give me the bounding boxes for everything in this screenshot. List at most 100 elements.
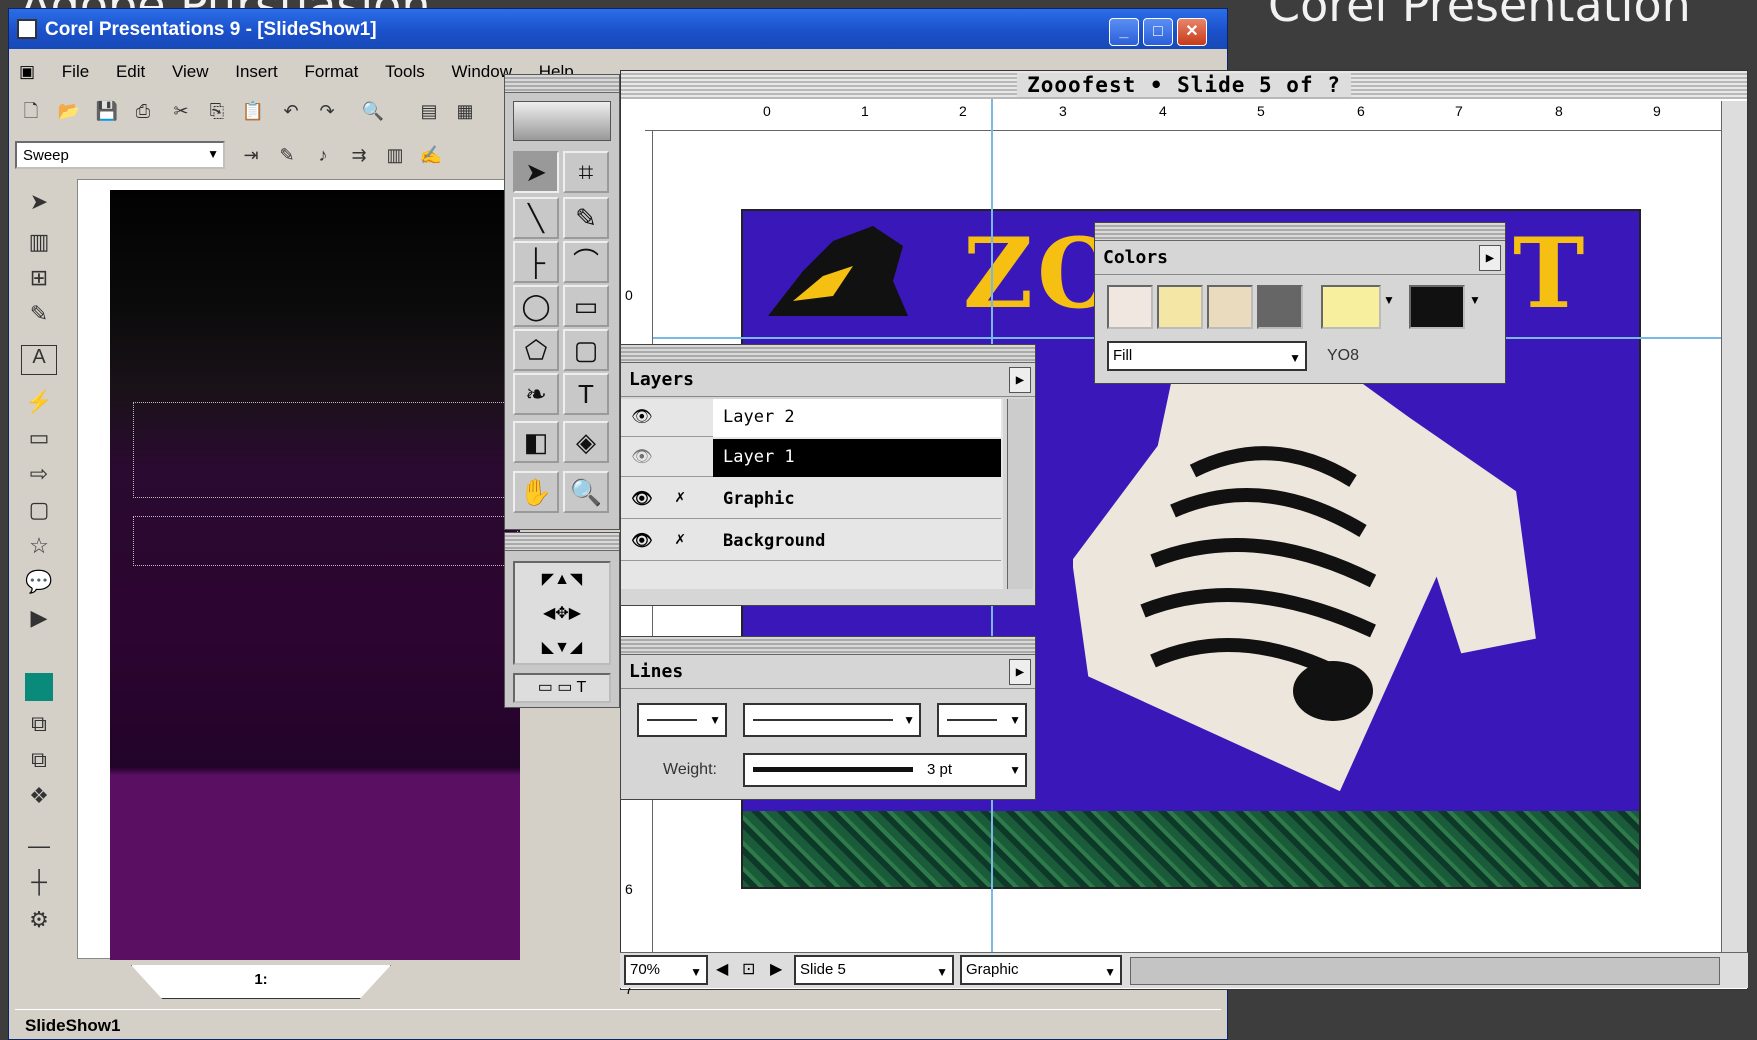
crosshair-icon[interactable]: ┼ — [21, 869, 57, 899]
menu-insert[interactable]: Insert — [235, 62, 278, 81]
star-icon[interactable]: ☆ — [21, 533, 57, 563]
fill-solid-swatch[interactable] — [1157, 285, 1203, 329]
zoom-select[interactable]: 70% ▼ — [624, 955, 708, 985]
pencil-tool-icon[interactable]: ✎ — [563, 197, 609, 239]
menu-format[interactable]: Format — [305, 62, 359, 81]
fill-color-swatch[interactable] — [1321, 285, 1381, 329]
minimize-icon[interactable]: _ — [1109, 18, 1139, 46]
vertical-scrollbar[interactable] — [1721, 101, 1747, 959]
layer-icon[interactable]: ❖ — [21, 783, 57, 813]
panel-menu-arrow-icon[interactable]: ▶ — [1009, 367, 1031, 393]
arrow-shape-icon[interactable]: ⇨ — [21, 461, 57, 491]
chart-tool-icon[interactable]: ◧ — [513, 421, 559, 463]
undo-icon[interactable]: ↶ — [279, 99, 303, 123]
new-icon[interactable]: 🗋 — [19, 99, 43, 123]
animation-icon[interactable]: ✎ — [275, 143, 299, 167]
slide-tab[interactable]: 1: — [131, 965, 391, 999]
clipart-tool-icon[interactable]: ❧ — [513, 373, 559, 415]
line-end-select[interactable]: ▼ — [937, 703, 1027, 737]
print-icon[interactable]: ⎙ — [131, 99, 155, 123]
chevron-down-icon[interactable]: ▼ — [1469, 293, 1481, 307]
layer-row[interactable]: 👁 ✗ Graphic — [621, 481, 1001, 519]
menu-view[interactable]: View — [172, 62, 209, 81]
maximize-icon[interactable]: □ — [1143, 18, 1173, 46]
horizontal-scrollbar[interactable] — [1130, 957, 1720, 985]
transition-icon[interactable]: ⇥ — [239, 143, 263, 167]
prev-slide-icon[interactable]: ◀ — [716, 959, 728, 979]
next-slide-icon[interactable]: ▶ — [770, 959, 782, 979]
timing-icon[interactable]: ⇉ — [347, 143, 371, 167]
speech-bubble-icon[interactable]: 💬 — [21, 569, 57, 599]
grid-icon[interactable]: ▦ — [453, 99, 477, 123]
slide-canvas[interactable] — [110, 190, 520, 960]
pattern-icon[interactable]: ⚙ — [21, 907, 57, 937]
save-icon[interactable]: 💾 — [95, 99, 119, 123]
subtitle-placeholder[interactable] — [133, 516, 518, 566]
text-tool-icon[interactable]: T — [563, 373, 609, 415]
slide-sorter-icon[interactable]: ⊡ — [742, 959, 755, 979]
line-tool-icon[interactable]: ╲ — [513, 197, 559, 239]
redo-icon[interactable]: ↷ — [315, 99, 339, 123]
fill-pattern-swatch[interactable] — [1207, 285, 1253, 329]
line-start-select[interactable]: ▼ — [637, 703, 727, 737]
menu-window[interactable]: Window — [452, 62, 512, 81]
persuasion-title-bar[interactable]: Zooofest • Slide 5 of ? — [621, 71, 1747, 99]
lock-x-icon[interactable]: ✗ — [675, 487, 685, 507]
slide-layout-icon[interactable]: ▤ — [417, 99, 441, 123]
line-tool-icon[interactable]: ⚡ — [21, 389, 57, 419]
copy-icon[interactable]: ⎘ — [205, 99, 229, 123]
fill-mode-select[interactable]: Fill ▼ — [1107, 341, 1307, 371]
edit-icon[interactable]: ✍ — [419, 143, 443, 167]
eye-icon[interactable]: 👁 — [631, 407, 653, 427]
oval-tool-icon[interactable]: ◯ — [513, 285, 559, 327]
nudge-grid[interactable]: ◤▲◥ ◀✥▶ ◣▼◢ — [513, 561, 611, 665]
action-icon[interactable]: ▶ — [21, 605, 57, 635]
chart-icon[interactable]: ▥ — [383, 143, 407, 167]
arc-tool-icon[interactable]: ⌒ — [563, 241, 609, 283]
rect-tool-icon[interactable]: ▭ — [563, 285, 609, 327]
paint-tool-icon[interactable]: ◈ — [563, 421, 609, 463]
org-chart-icon[interactable]: ⊞ — [21, 265, 57, 295]
cut-icon[interactable]: ✂ — [169, 99, 193, 123]
layer-row[interactable]: 👁 ✗ Background — [621, 523, 1001, 561]
eye-icon[interactable]: 👁 — [631, 489, 653, 509]
brush-icon[interactable]: ✎ — [21, 301, 57, 331]
pointer-tool-icon[interactable]: ➤ — [513, 151, 559, 193]
paste-icon[interactable]: 📋 — [241, 99, 265, 123]
callout-icon[interactable]: ▢ — [21, 497, 57, 527]
polygon-tool-icon[interactable]: ⬠ — [513, 329, 559, 371]
menu-tools[interactable]: Tools — [385, 62, 425, 81]
layer-row[interactable]: 👁 Layer 2 — [621, 399, 1001, 437]
rectangle-tool-icon[interactable]: ▭ — [21, 425, 57, 455]
sound-icon[interactable]: ♪ — [311, 143, 335, 167]
shadow-icon[interactable]: ⧉ — [21, 747, 57, 777]
text-tool-icon[interactable]: A — [21, 345, 57, 375]
nudge-palette-titlebar[interactable] — [505, 533, 619, 551]
lines-titlebar[interactable] — [621, 637, 1035, 655]
bar-chart-icon[interactable]: ▥ — [21, 229, 57, 259]
layer-select[interactable]: Graphic ▼ — [960, 955, 1122, 985]
layers-scrollbar[interactable] — [1007, 399, 1033, 589]
frame-tools[interactable]: ▭ ▭ T — [513, 673, 611, 703]
open-icon[interactable]: 📂 — [57, 99, 81, 123]
weight-select[interactable]: 3 pt ▼ — [743, 753, 1027, 787]
fill-color-icon[interactable] — [25, 673, 53, 701]
line-color-icon[interactable]: ⧉ — [21, 711, 57, 741]
tool-palette-titlebar[interactable] — [505, 75, 619, 93]
select-arrow-icon[interactable]: ➤ — [21, 189, 57, 219]
menu-file[interactable]: File — [62, 62, 89, 81]
crop-tool-icon[interactable]: ⌗ — [563, 151, 609, 193]
lock-x-icon[interactable]: ✗ — [675, 529, 685, 549]
panel-menu-arrow-icon[interactable]: ▶ — [1009, 659, 1031, 685]
magnify-tool-icon[interactable]: 🔍 — [563, 471, 609, 513]
line-color-swatch[interactable] — [1409, 285, 1465, 329]
colors-titlebar[interactable] — [1095, 223, 1505, 241]
zoom-icon[interactable]: 🔍 — [361, 99, 385, 123]
fill-shadow-swatch[interactable] — [1257, 285, 1303, 329]
chevron-down-icon[interactable]: ▼ — [1383, 293, 1395, 307]
corel-title-bar[interactable]: Corel Presentations 9 - [SlideShow1] — [9, 9, 1227, 49]
menu-edit[interactable]: Edit — [116, 62, 145, 81]
layer-row[interactable]: 👁 Layer 1 — [621, 439, 1001, 477]
slide-select[interactable]: Slide 5 ▼ — [794, 955, 954, 985]
connector-tool-icon[interactable]: ├ — [513, 241, 559, 283]
